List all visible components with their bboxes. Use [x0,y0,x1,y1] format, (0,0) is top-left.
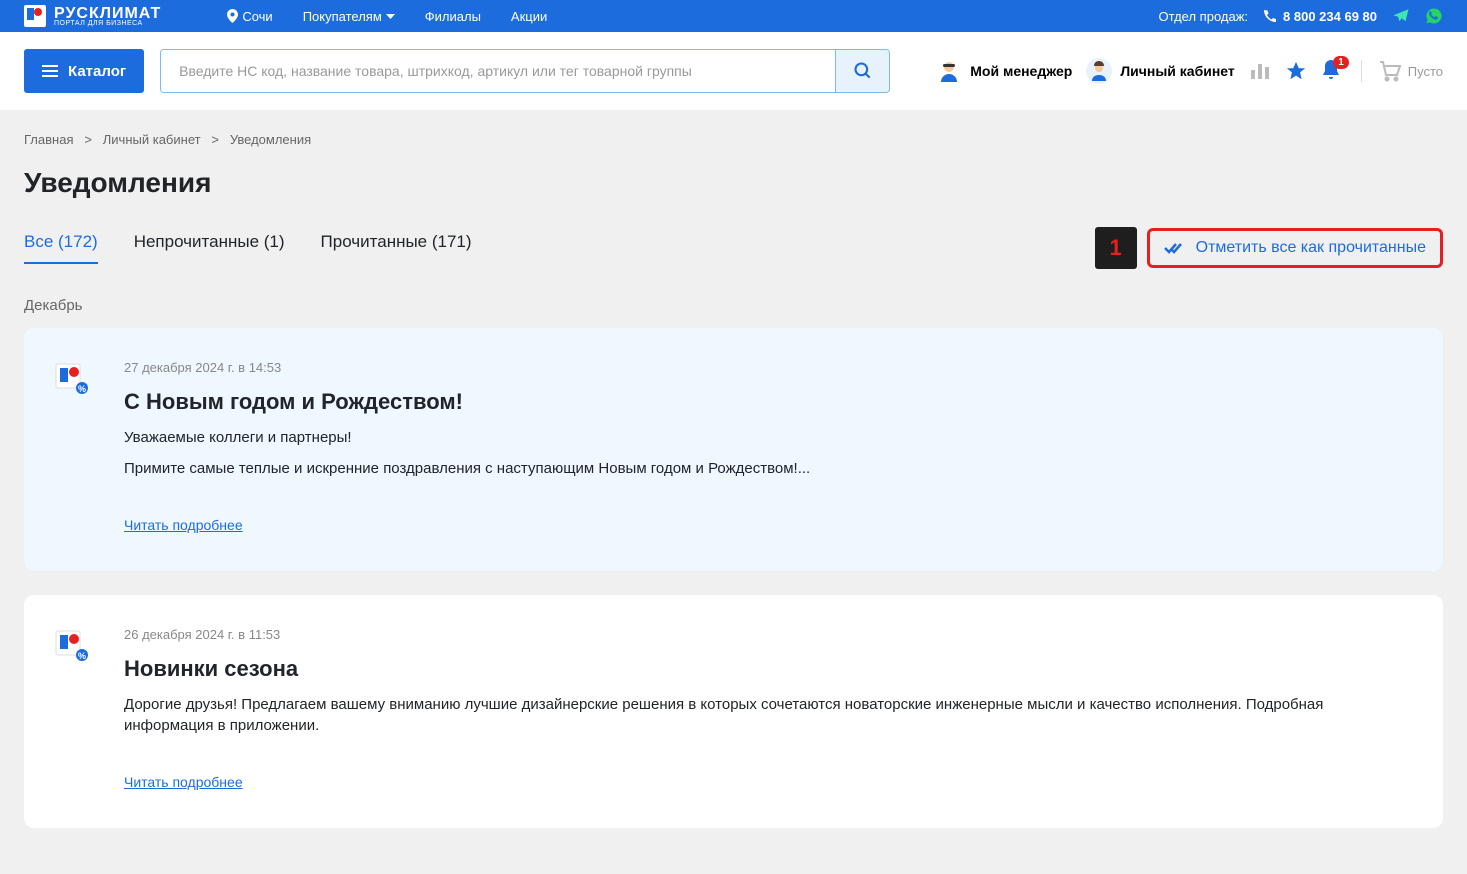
logo[interactable]: РУСКЛИМАТ ПОРТАЛ ДЛЯ БИЗНЕСА [24,5,161,27]
notification-title: С Новым годом и Рождеством! [124,389,1415,415]
nav-branches[interactable]: Филиалы [425,9,481,24]
main-content: Главная > Личный кабинет > Уведомления У… [0,110,1467,874]
catalog-button[interactable]: Каталог [24,49,144,93]
phone-number: 8 800 234 69 80 [1283,9,1377,24]
manager-link[interactable]: Мой менеджер [936,58,1072,84]
double-check-icon [1164,241,1186,255]
top-bar: РУСКЛИМАТ ПОРТАЛ ДЛЯ БИЗНЕСА Сочи Покупа… [0,0,1467,32]
cart-button[interactable]: Пусто [1361,60,1443,82]
nav-promo[interactable]: Акции [511,9,547,24]
page-title: Уведомления [24,167,1443,199]
callout-number: 1 [1095,227,1137,269]
logo-icon [24,5,46,27]
svg-text:%: % [78,651,86,661]
notification-date: 26 декабря 2024 г. в 11:53 [124,627,1415,642]
account-link[interactable]: Личный кабинет [1086,58,1234,84]
sales-dept-label: Отдел продаж: [1158,9,1248,24]
phone-icon [1263,9,1277,23]
notification-card[interactable]: % 26 декабря 2024 г. в 11:53 Новинки сез… [24,595,1443,828]
favorites-button[interactable] [1285,60,1307,82]
notification-text: Уважаемые коллеги и партнеры! [124,427,1415,448]
notification-text: Примите самые теплые и искренние поздрав… [124,458,1415,479]
month-label: Декабрь [24,297,1443,314]
search-icon [853,61,873,81]
tab-all[interactable]: Все (172) [24,232,98,264]
breadcrumb-sep: > [211,132,219,147]
search-button[interactable] [835,50,889,92]
chart-icon [1249,60,1271,82]
breadcrumb-home[interactable]: Главная [24,132,73,147]
breadcrumb-account[interactable]: Личный кабинет [103,132,201,147]
breadcrumb-sep: > [84,132,92,147]
notification-date: 27 декабря 2024 г. в 14:53 [124,360,1415,375]
cart-icon [1378,60,1402,82]
hamburger-icon [42,65,58,77]
user-icon [1086,58,1112,84]
chevron-down-icon [386,14,395,19]
account-label: Личный кабинет [1120,63,1234,79]
mark-all-read-button[interactable]: Отметить все как прочитанные [1147,228,1443,268]
nav-buyers[interactable]: Покупателям [303,9,395,24]
compare-button[interactable] [1249,60,1271,82]
breadcrumb: Главная > Личный кабинет > Уведомления [24,132,1443,147]
phone-link[interactable]: 8 800 234 69 80 [1263,9,1377,24]
star-icon [1285,60,1307,82]
breadcrumb-current: Уведомления [230,132,311,147]
catalog-label: Каталог [68,63,126,80]
notif-badge: 1 [1333,56,1349,69]
nav-buyers-label: Покупателям [303,9,382,24]
location-label: Сочи [242,9,272,24]
manager-icon [936,58,962,84]
location-selector[interactable]: Сочи [227,9,272,24]
notification-icon: % [52,627,96,792]
search-input[interactable] [161,50,835,92]
search-wrap [160,49,890,93]
mark-read-label: Отметить все как прочитанные [1196,239,1426,257]
tabs-row: Все (172) Непрочитанные (1) Прочитанные … [24,227,1443,269]
whatsapp-icon[interactable] [1425,7,1443,25]
tabs: Все (172) Непрочитанные (1) Прочитанные … [24,232,472,264]
nav-branches-label: Филиалы [425,9,481,24]
read-more-link[interactable]: Читать подробнее [124,517,243,533]
telegram-icon[interactable] [1392,7,1410,25]
manager-label: Мой менеджер [970,63,1072,79]
tab-unread[interactable]: Непрочитанные (1) [134,232,285,264]
tab-read[interactable]: Прочитанные (171) [321,232,472,264]
notification-text: Дорогие друзья! Предлагаем вашему вниман… [124,694,1415,736]
header: Каталог Мой менеджер Личный кабинет 1 Пу… [0,32,1467,110]
notification-title: Новинки сезона [124,656,1415,682]
notification-icon: % [52,360,96,535]
svg-text:%: % [78,384,86,394]
nav-promo-label: Акции [511,9,547,24]
notifications-button[interactable]: 1 [1321,60,1341,82]
cart-label: Пусто [1408,64,1443,79]
pin-icon [227,9,238,23]
notification-card[interactable]: % 27 декабря 2024 г. в 14:53 С Новым год… [24,328,1443,571]
read-more-link[interactable]: Читать подробнее [124,774,243,790]
